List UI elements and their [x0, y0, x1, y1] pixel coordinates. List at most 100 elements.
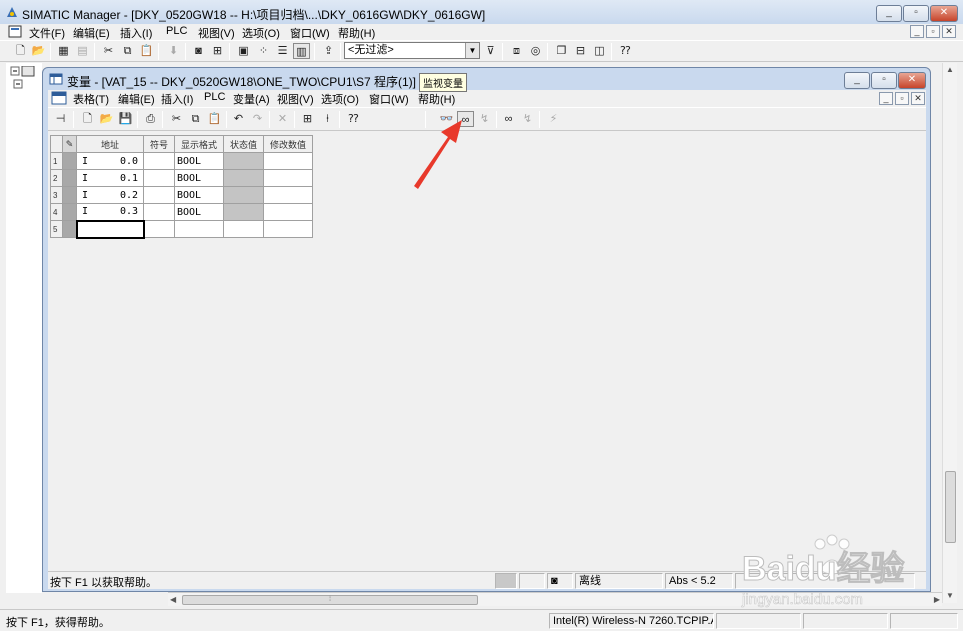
vat-menu-window[interactable]: 窗口(W)	[369, 91, 409, 107]
delete-icon[interactable]: ✕	[274, 111, 291, 127]
copy-icon[interactable]: ⧉	[119, 43, 136, 59]
vat-cut-icon[interactable]: ✂	[168, 111, 185, 127]
vat-print-icon[interactable]: ⎙	[142, 111, 159, 127]
plc-connect-icon[interactable]: ⍿	[319, 111, 336, 127]
cell-symbol[interactable]	[143, 169, 175, 187]
cell-address[interactable]: I 0.0	[76, 152, 144, 170]
update-monitor-icon[interactable]: ∞	[500, 111, 517, 127]
up-level-icon[interactable]: ⇪	[320, 43, 337, 59]
col-modify-value[interactable]: 修改数值	[263, 135, 313, 153]
cell-modify-value[interactable]	[263, 203, 313, 221]
undo-icon[interactable]: ↶	[230, 111, 247, 127]
vat-menu-view[interactable]: 视图(V)	[277, 91, 314, 107]
vat-menu-icon[interactable]	[51, 91, 67, 105]
vat-menu-edit[interactable]: 编辑(E)	[118, 91, 155, 107]
vat-restore-button[interactable]: ▫	[871, 72, 897, 89]
menu-window[interactable]: 窗口(W)	[290, 25, 330, 41]
project-tree-pane[interactable]	[6, 63, 42, 593]
vat-minimize-button[interactable]: _	[844, 72, 870, 89]
menu-options[interactable]: 选项(O)	[242, 25, 280, 41]
vat-menu-insert[interactable]: 插入(I)	[161, 91, 193, 107]
vat-menu-variable[interactable]: 变量(A)	[233, 91, 270, 107]
cell-symbol[interactable]	[143, 203, 175, 221]
menu-view[interactable]: 视图(V)	[198, 25, 235, 41]
row-number[interactable]: 5	[50, 220, 63, 238]
cell-symbol[interactable]	[143, 152, 175, 170]
monitor-once-icon[interactable]: 👓	[438, 111, 455, 127]
chevron-down-icon[interactable]: ▼	[465, 43, 479, 58]
offline-icon[interactable]: ⊞	[209, 43, 226, 59]
vat-save-icon[interactable]: 💾	[117, 111, 134, 127]
col-status-value[interactable]: 状态值	[223, 135, 264, 153]
cell-modify-value[interactable]	[263, 169, 313, 187]
cell-display-format[interactable]	[174, 220, 224, 238]
cell-display-format[interactable]: BOOL	[174, 152, 224, 170]
cell-symbol[interactable]	[143, 220, 175, 238]
vat-context-help-icon[interactable]: ⁇	[345, 111, 362, 127]
table-row[interactable]: 2 I 0.1 BOOL	[50, 169, 313, 187]
force-icon[interactable]: ⚡	[545, 111, 562, 127]
cell-modify-value[interactable]	[263, 220, 313, 238]
online-icon[interactable]: ◙	[190, 43, 207, 59]
tile-vertical-icon[interactable]: ◫	[591, 43, 608, 59]
row-number[interactable]: 1	[50, 152, 63, 170]
vat-menu-table[interactable]: 表格(T)	[73, 91, 109, 107]
restore-button[interactable]: ▫	[903, 5, 929, 22]
paste-icon[interactable]: 📋	[138, 43, 155, 59]
row-number[interactable]: 4	[50, 203, 63, 221]
cell-symbol[interactable]	[143, 186, 175, 204]
vat-mdi-restore-button[interactable]: ▫	[895, 92, 909, 105]
large-icons-icon[interactable]: ▣	[235, 43, 252, 59]
vat-close-button[interactable]: ✕	[898, 72, 926, 89]
cell-display-format[interactable]: BOOL	[174, 186, 224, 204]
cascade-windows-icon[interactable]: ❐	[553, 43, 570, 59]
filter-icon[interactable]: ⊽	[482, 43, 499, 59]
vat-open-icon[interactable]: 📂	[98, 111, 115, 127]
mdi-minimize-button[interactable]: _	[910, 25, 924, 38]
pin-icon[interactable]: ⊣	[52, 111, 69, 127]
context-help-icon[interactable]: ⁇	[617, 43, 634, 59]
accessible-nodes-icon[interactable]: ▦	[55, 43, 72, 59]
row-number[interactable]: 3	[50, 186, 63, 204]
scroll-up-icon[interactable]: ▲	[943, 63, 957, 77]
cell-display-format[interactable]: BOOL	[174, 203, 224, 221]
cell-modify-value[interactable]	[263, 152, 313, 170]
scroll-left-icon[interactable]: ◀	[170, 593, 176, 607]
cell-modify-value[interactable]	[263, 186, 313, 204]
menu-insert[interactable]: 插入(I)	[120, 25, 152, 41]
mdi-restore-button[interactable]: ▫	[926, 25, 940, 38]
vertical-scrollbar[interactable]: ▲ ▼	[942, 63, 957, 603]
minimize-button[interactable]: _	[876, 5, 902, 22]
download-icon[interactable]: ⬇	[165, 43, 182, 59]
accessible-nodes-icon[interactable]: ⊞	[299, 111, 316, 127]
cell-address[interactable]: I 0.3	[76, 203, 144, 221]
menu-file[interactable]: 文件(F)	[29, 25, 65, 41]
vat-new-icon[interactable]: 🗋	[79, 111, 96, 127]
col-symbol[interactable]: 符号	[143, 135, 175, 153]
memory-card-icon[interactable]: ▤	[74, 43, 91, 59]
cell-address[interactable]: I 0.2	[76, 186, 144, 204]
cut-icon[interactable]: ✂	[100, 43, 117, 59]
simulation-icon[interactable]: ◎	[527, 43, 544, 59]
table-row[interactable]: 4 I 0.3 BOOL	[50, 203, 313, 221]
vat-mdi-minimize-button[interactable]: _	[879, 92, 893, 105]
vat-menu-options[interactable]: 选项(O)	[321, 91, 359, 107]
activate-modify-icon[interactable]: ↯	[519, 111, 536, 127]
open-folder-icon[interactable]: 📂	[30, 43, 47, 59]
vat-menu-plc[interactable]: PLC	[204, 91, 225, 103]
vat-copy-icon[interactable]: ⧉	[187, 111, 204, 127]
tree-expand-icon[interactable]	[10, 66, 40, 92]
menu-edit[interactable]: 编辑(E)	[73, 25, 110, 41]
row-number[interactable]: 2	[50, 169, 63, 187]
vat-paste-icon[interactable]: 📋	[206, 111, 223, 127]
menu-help[interactable]: 帮助(H)	[338, 25, 375, 41]
vat-menu-help[interactable]: 帮助(H)	[418, 91, 455, 107]
configure-network-icon[interactable]: ⧈	[508, 43, 525, 59]
cell-display-format[interactable]: BOOL	[174, 169, 224, 187]
close-button[interactable]: ✕	[930, 5, 958, 22]
cell-address[interactable]: I 0.1	[76, 169, 144, 187]
list-icon[interactable]: ☰	[274, 43, 291, 59]
vat-mdi-close-button[interactable]: ✕	[911, 92, 925, 105]
table-row[interactable]: 3 I 0.2 BOOL	[50, 186, 313, 204]
hscroll-thumb[interactable]: ⦙	[182, 595, 478, 605]
